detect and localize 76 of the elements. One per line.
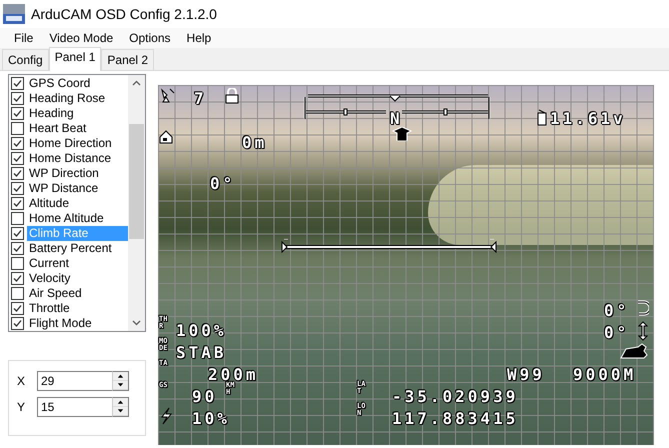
spin-field[interactable]: 15 xyxy=(37,397,112,417)
osd-value: 117.883415 xyxy=(392,410,518,428)
checkbox[interactable] xyxy=(11,317,24,330)
checkbox[interactable] xyxy=(11,122,24,135)
home-arrow-icon xyxy=(392,127,412,141)
list-item[interactable]: Heart Beat xyxy=(27,121,128,136)
checkbox[interactable] xyxy=(11,137,24,150)
up-down-arrow-icon xyxy=(638,321,648,341)
spin-field[interactable]: 29 xyxy=(37,371,112,391)
tab[interactable]: Config xyxy=(2,49,49,70)
checkbox[interactable] xyxy=(11,257,24,270)
osd-value: 90 xyxy=(192,388,218,406)
osd-value: 11.61v xyxy=(550,110,626,128)
scrollbar[interactable] xyxy=(128,75,145,331)
menu-item[interactable]: Help xyxy=(178,29,220,47)
list-item[interactable]: Home Direction xyxy=(27,136,128,151)
checkbox[interactable] xyxy=(11,302,24,315)
list-item[interactable]: WP Distance xyxy=(27,181,128,196)
osd-value: 0m xyxy=(242,134,268,152)
axis-label: X xyxy=(17,374,25,388)
osd-value: -35.020939 xyxy=(392,388,518,406)
spin-down-icon[interactable] xyxy=(113,407,128,416)
checkbox[interactable] xyxy=(11,242,24,255)
osd-value: STAB xyxy=(176,344,227,362)
osd-value: 100% xyxy=(176,322,227,340)
osd-value: 0° xyxy=(210,175,236,193)
list-item[interactable]: Flight Mode xyxy=(27,316,128,331)
osd-value: W99 xyxy=(507,366,545,384)
list-item[interactable]: Velocity xyxy=(27,271,128,286)
checkbox[interactable] xyxy=(11,212,24,225)
scroll-thumb[interactable] xyxy=(129,124,144,239)
list-item[interactable]: Home Distance xyxy=(27,151,128,166)
osd-value: N xyxy=(390,110,403,128)
menu-item[interactable]: File xyxy=(6,29,42,47)
menu-item[interactable]: Options xyxy=(121,29,179,47)
checkbox[interactable] xyxy=(11,92,24,105)
osd-value: 7 xyxy=(194,90,207,108)
home-icon xyxy=(159,130,173,144)
list-item[interactable]: Throttle xyxy=(27,301,128,316)
spin-up-icon[interactable] xyxy=(113,398,128,407)
checkbox[interactable] xyxy=(11,227,24,240)
osd-value: 9000M xyxy=(573,366,636,384)
menu-item[interactable]: Video Mode xyxy=(41,29,122,47)
lock-icon xyxy=(224,88,240,104)
list-item[interactable]: Current xyxy=(27,256,128,271)
roll-arrow-icon xyxy=(635,299,649,317)
checkbox[interactable] xyxy=(11,197,24,210)
checkbox[interactable] xyxy=(11,182,24,195)
osd-value: 0° xyxy=(604,302,630,320)
lightning-icon xyxy=(159,407,173,425)
tab[interactable]: Panel 2 xyxy=(101,49,154,70)
osd-value: 10% xyxy=(192,410,230,428)
osd-value: 0° xyxy=(604,324,630,342)
checkbox[interactable] xyxy=(11,287,24,300)
satellite-icon xyxy=(160,88,176,104)
list-item[interactable]: Home Altitude xyxy=(27,211,128,226)
spin-up-icon[interactable] xyxy=(113,372,128,381)
app-logo-icon xyxy=(3,4,25,24)
list-item[interactable]: Battery Percent xyxy=(27,241,128,256)
checkbox[interactable] xyxy=(11,107,24,120)
spin-down-icon[interactable] xyxy=(113,381,128,390)
tab[interactable]: Panel 1 xyxy=(48,47,102,71)
checkbox[interactable] xyxy=(11,167,24,180)
list-item[interactable]: Altitude xyxy=(27,196,128,211)
list-item[interactable]: Air Speed xyxy=(27,286,128,301)
plane-icon xyxy=(620,343,648,359)
battery-icon xyxy=(537,109,549,127)
list-item[interactable]: WP Direction xyxy=(27,166,128,181)
checkbox[interactable] xyxy=(11,77,24,90)
list-item[interactable]: Heading xyxy=(27,106,128,121)
axis-label: Y xyxy=(17,400,25,414)
checkbox[interactable] xyxy=(11,272,24,285)
list-item[interactable]: GPS Coord xyxy=(27,76,128,91)
checkbox[interactable] xyxy=(11,152,24,165)
window-title: ArduCAM OSD Config 2.1.2.0 xyxy=(31,6,217,22)
list-item[interactable]: Heading Rose xyxy=(27,91,128,106)
